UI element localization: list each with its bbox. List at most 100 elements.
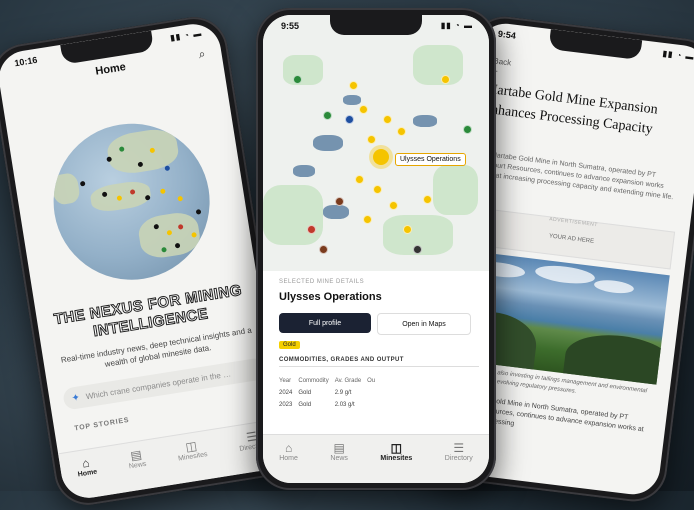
terrain xyxy=(283,55,323,85)
terrain xyxy=(263,185,323,245)
tab-directory[interactable]: ☰ Directory xyxy=(445,441,473,462)
signal-wifi-battery-icon: ▮▮ ◔ ▬ xyxy=(440,21,473,30)
column-header: Year xyxy=(279,378,292,384)
tab-label: Home xyxy=(279,455,298,462)
map-icon: ◫ xyxy=(390,441,402,455)
home-icon: ⌂ xyxy=(81,455,91,471)
mine-marker[interactable] xyxy=(423,195,432,204)
signal-wifi-battery-icon: ▮▮ ◔ ▬ xyxy=(169,28,203,43)
tab-label: Minesites xyxy=(380,455,413,462)
tab-home[interactable]: ⌂ Home xyxy=(279,441,298,462)
table-cell: 2.03 g/t xyxy=(334,402,355,408)
tab-news[interactable]: ▤ News xyxy=(330,441,348,462)
tab-label: News xyxy=(330,455,348,462)
commodity-badge: Gold xyxy=(279,341,300,349)
sparkle-icon: ✦ xyxy=(70,391,81,404)
section-heading: COMMODITIES, GRADES AND OUTPUT xyxy=(279,357,479,367)
mine-marker[interactable] xyxy=(188,254,195,261)
cloud xyxy=(593,278,635,296)
phone-minesites: 9:55 ▮▮ ◔ ▬ Ulysses Operations SELECTED … xyxy=(256,8,496,490)
status-time: 9:54 xyxy=(497,28,517,41)
column-header: Ou xyxy=(367,378,376,384)
cloud xyxy=(534,263,596,287)
mine-marker[interactable] xyxy=(403,225,412,234)
mine-marker[interactable] xyxy=(413,245,422,254)
mine-marker[interactable] xyxy=(363,215,372,224)
mine-marker[interactable] xyxy=(359,105,368,114)
mine-marker[interactable] xyxy=(389,201,398,210)
section-heading: TOP STORIES xyxy=(73,416,130,433)
tab-label: News xyxy=(128,460,147,471)
minesites-screen: 9:55 ▮▮ ◔ ▬ Ulysses Operations SELECTED … xyxy=(263,15,489,483)
mine-marker[interactable] xyxy=(307,225,316,234)
column-header: Commodity xyxy=(298,378,329,384)
tab-label: Directory xyxy=(444,455,473,462)
lake xyxy=(413,115,437,127)
mine-marker[interactable] xyxy=(367,135,376,144)
land-india xyxy=(50,172,81,206)
tab-label: Home xyxy=(77,468,98,479)
mine-marker[interactable] xyxy=(164,165,171,172)
selected-mine-marker[interactable] xyxy=(373,149,389,165)
table-cell: 2024 xyxy=(279,390,293,396)
minesite-map[interactable]: Ulysses Operations xyxy=(263,15,489,271)
mine-marker[interactable] xyxy=(373,185,382,194)
mine-marker[interactable] xyxy=(195,209,202,215)
mine-marker[interactable] xyxy=(177,195,184,202)
commodities-table: Year Commodity Av. Grade Ou 2024 Gold 2.… xyxy=(279,375,381,411)
mine-marker[interactable] xyxy=(319,245,328,254)
mine-marker[interactable] xyxy=(355,175,364,184)
table-cell: Gold xyxy=(298,390,312,396)
terrain xyxy=(413,45,463,85)
mine-marker[interactable] xyxy=(345,115,354,124)
home-icon: ⌂ xyxy=(284,441,293,455)
tab-minesites[interactable]: ◫ Minesites xyxy=(176,437,209,463)
news-icon: ▤ xyxy=(333,441,345,455)
globe-map[interactable] xyxy=(42,112,221,291)
lake xyxy=(343,95,361,105)
table-cell xyxy=(367,399,381,411)
signal-wifi-battery-icon: ▮▮ ◔ ▬ xyxy=(662,48,694,62)
mine-marker[interactable] xyxy=(349,81,358,90)
mine-marker[interactable] xyxy=(335,197,344,206)
article-lede: The Martabe Gold Mine in North Sumatra, … xyxy=(474,150,674,202)
mine-marker[interactable] xyxy=(323,111,332,120)
status-time: 10:16 xyxy=(13,54,39,69)
mine-marker[interactable] xyxy=(397,127,406,136)
tab-bar: ⌂ Home ▤ News ◫ Minesites ☰ Directory xyxy=(263,434,489,483)
column-header: Av. Grade xyxy=(334,378,362,384)
table-header-row: Year Commodity Av. Grade Ou xyxy=(279,375,381,387)
mine-marker[interactable] xyxy=(159,188,166,195)
open-in-maps-button[interactable]: Open in Maps xyxy=(377,313,471,335)
lake xyxy=(293,165,315,177)
tab-news[interactable]: ▤ News xyxy=(126,447,147,470)
tab-label: Minesites xyxy=(177,451,209,463)
article-title: Martabe Gold Mine Expansion Enhances Pro… xyxy=(481,81,659,138)
ask-placeholder: Which crane companies operate in the … xyxy=(85,368,232,401)
hill xyxy=(562,329,670,385)
map-callout[interactable]: Ulysses Operations xyxy=(395,153,466,166)
terrain xyxy=(433,165,478,215)
status-bar: 9:55 ▮▮ ◔ ▬ xyxy=(281,21,473,33)
mine-marker[interactable] xyxy=(79,180,86,187)
table-cell xyxy=(367,387,381,399)
table-cell: 2.9 g/t xyxy=(334,390,352,396)
list-icon: ☰ xyxy=(453,441,465,455)
tab-minesites[interactable]: ◫ Minesites xyxy=(380,441,412,462)
mine-marker[interactable] xyxy=(441,75,450,84)
mine-marker[interactable] xyxy=(293,75,302,84)
lake xyxy=(313,135,343,151)
mine-name: Ulysses Operations xyxy=(279,291,382,303)
mine-marker[interactable] xyxy=(463,125,472,134)
mine-marker[interactable] xyxy=(144,194,151,201)
status-time: 9:55 xyxy=(281,21,300,31)
section-label: SELECTED MINE DETAILS xyxy=(279,279,365,285)
full-profile-button[interactable]: Full profile xyxy=(279,313,371,333)
mine-details-sheet: SELECTED MINE DETAILS Ulysses Operations… xyxy=(263,271,489,443)
table-row: 2023 Gold 2.03 g/t xyxy=(279,399,381,411)
table-cell: 2023 xyxy=(279,402,293,408)
table-cell: Gold xyxy=(298,402,312,408)
tab-home[interactable]: ⌂ Home xyxy=(75,455,97,479)
table-row: 2024 Gold 2.9 g/t xyxy=(279,387,381,399)
mine-marker[interactable] xyxy=(383,115,392,124)
